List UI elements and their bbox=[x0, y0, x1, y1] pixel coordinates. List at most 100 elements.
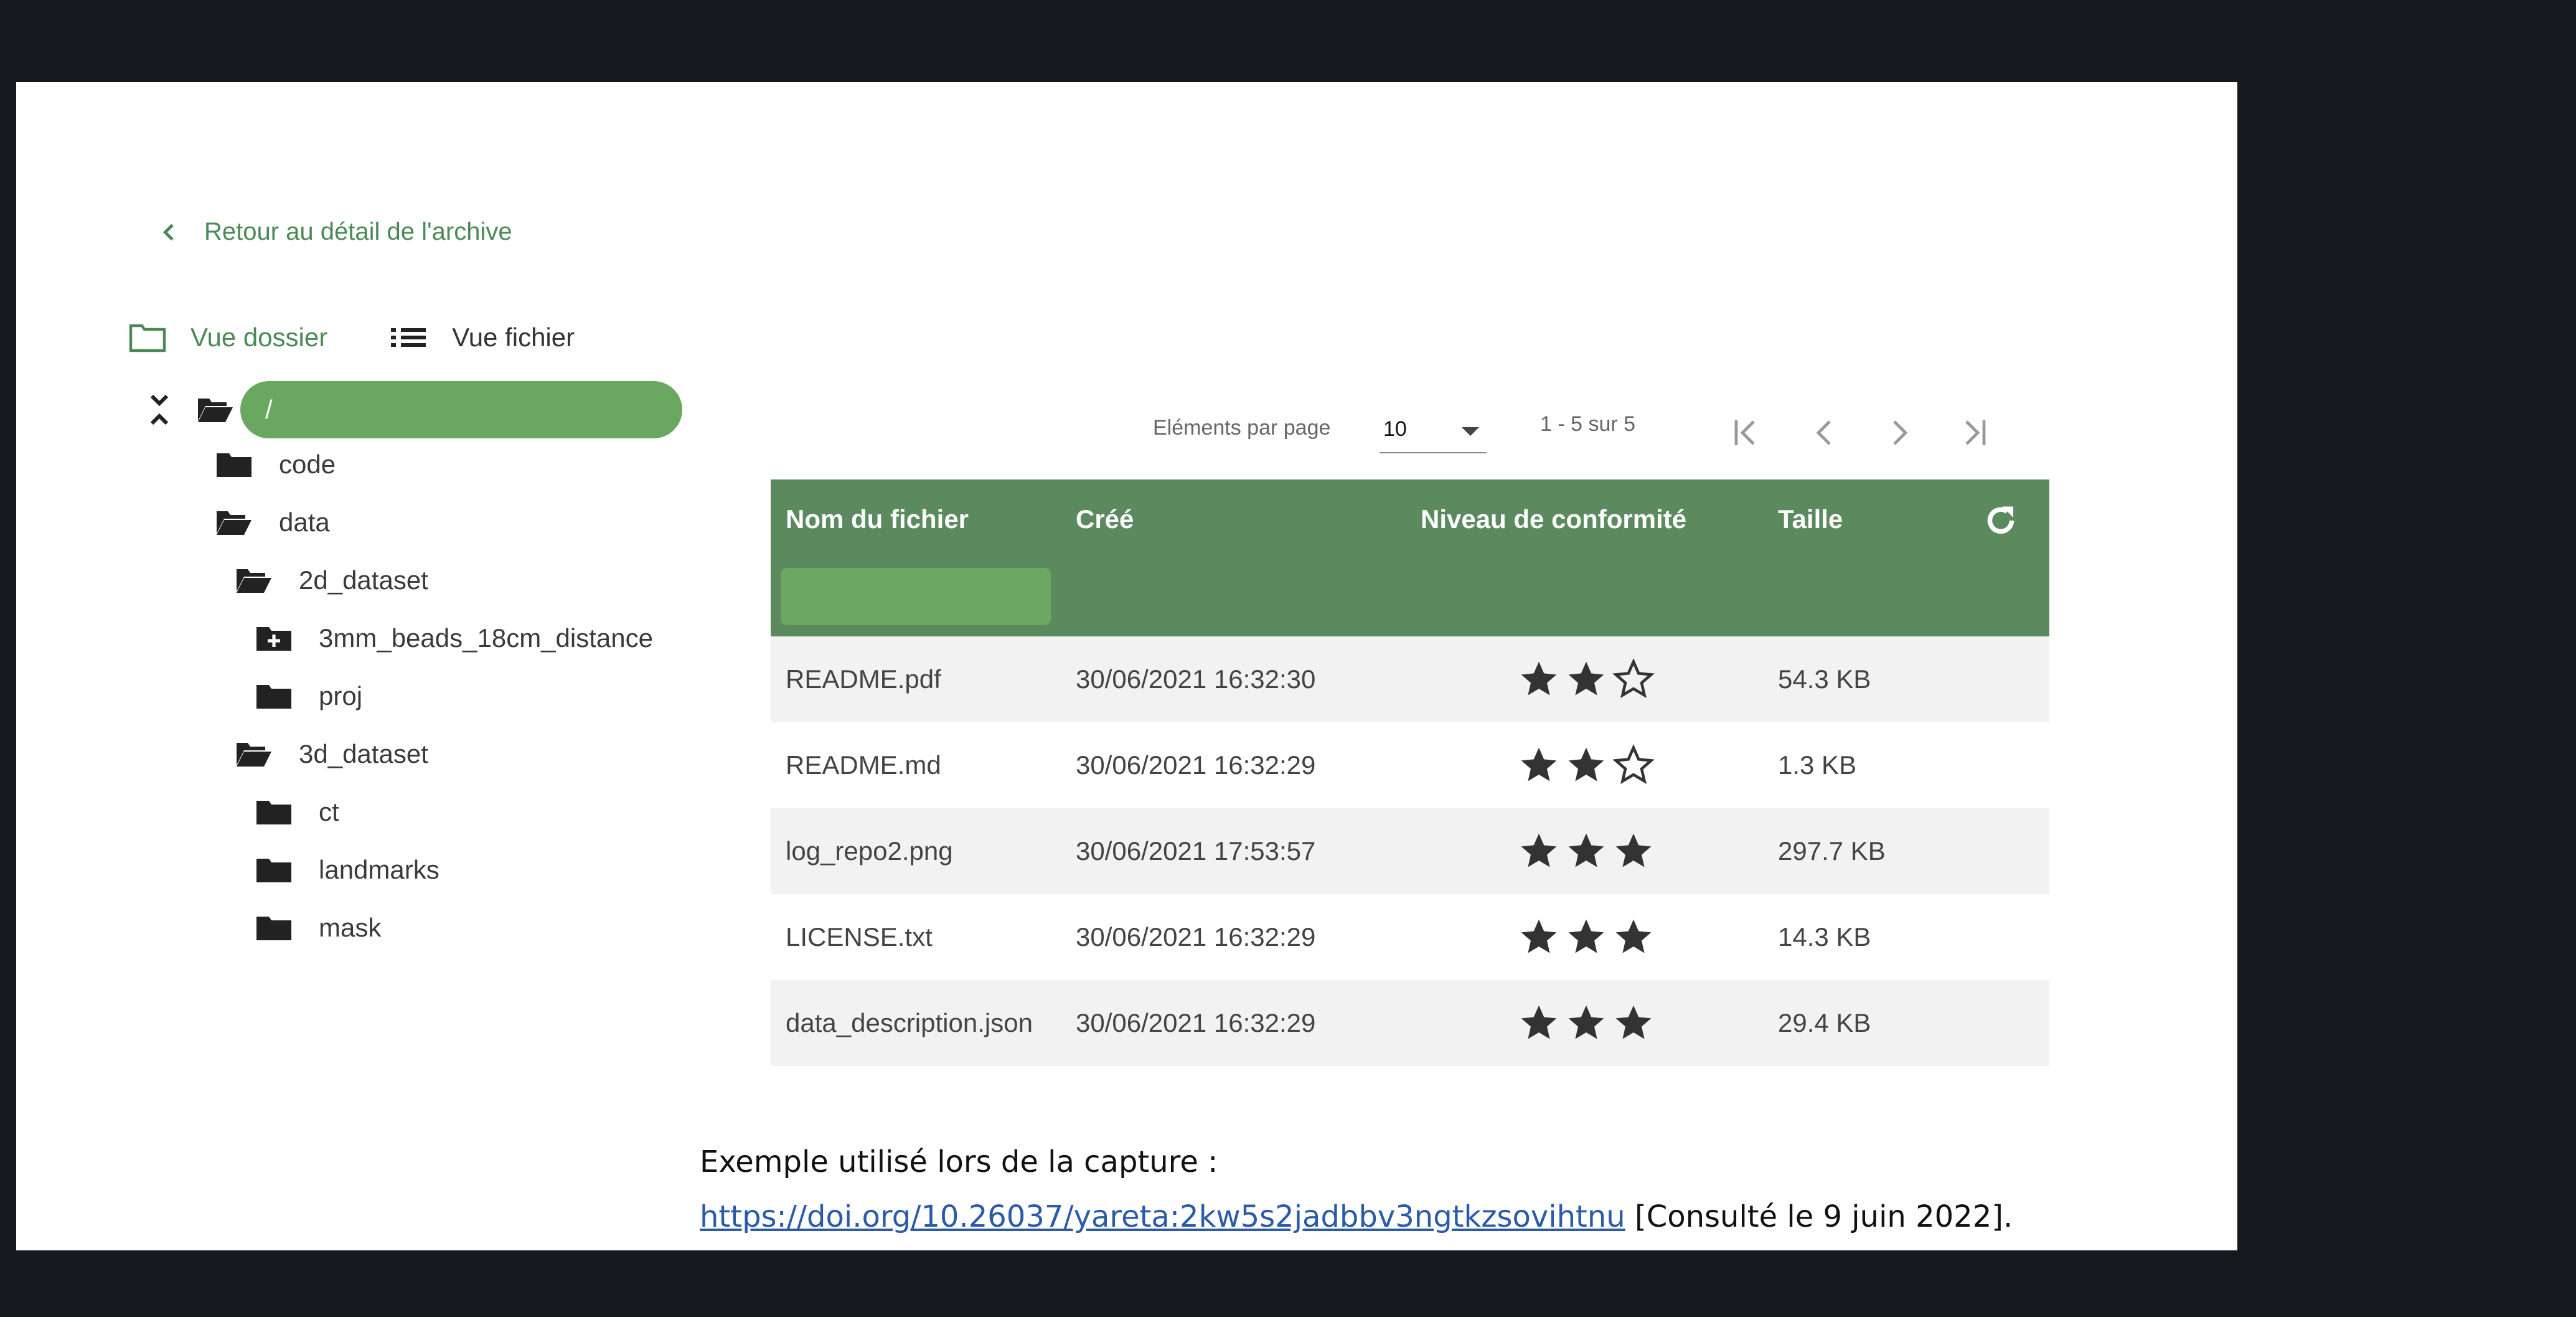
folder-closed-icon bbox=[256, 685, 291, 709]
tree-node-2d-dataset[interactable]: 2d_dataset bbox=[235, 565, 428, 595]
table-body: README.pdf 30/06/2021 16:32:30 54.3 KB READ… bbox=[771, 636, 2049, 1066]
size-cell: 1.3 KB bbox=[1778, 750, 1857, 780]
tree-node-label: data bbox=[279, 507, 330, 537]
star-outline-icon bbox=[1612, 658, 1655, 699]
last-page-button[interactable] bbox=[1952, 411, 1996, 455]
star-filled-icon bbox=[1521, 661, 1557, 696]
created-cell: 30/06/2021 16:32:30 bbox=[1076, 664, 1316, 694]
last-page-icon bbox=[1965, 420, 1986, 445]
page-range-label: 1 - 5 sur 5 bbox=[1540, 412, 1636, 436]
created-cell: 30/06/2021 16:32:29 bbox=[1076, 922, 1316, 951]
table-row[interactable]: LICENSE.txt 30/06/2021 16:32:29 14.3 KB bbox=[771, 894, 2049, 980]
next-page-button[interactable] bbox=[1878, 411, 1921, 455]
folder-open-icon bbox=[198, 399, 233, 422]
tree-node-proj[interactable]: proj bbox=[255, 681, 362, 711]
column-header-created[interactable]: Créé bbox=[1076, 504, 1134, 534]
chevron-right-icon bbox=[1893, 420, 1908, 445]
tree-root-node[interactable]: / bbox=[240, 381, 682, 438]
compliance-rating bbox=[1518, 894, 1660, 980]
size-cell: 297.7 KB bbox=[1778, 836, 1886, 866]
tree-node-label: 3mm_beads_18cm_distance bbox=[319, 623, 653, 653]
folder-open-icon bbox=[237, 569, 271, 593]
folder-open-icon bbox=[217, 511, 251, 535]
view-toggle: Vue dossier Vue fichier bbox=[128, 322, 575, 353]
column-header-size[interactable]: Taille bbox=[1778, 504, 1843, 534]
tree-node-ct[interactable]: ct bbox=[255, 797, 339, 827]
file-view-label: Vue fichier bbox=[452, 323, 575, 352]
star-filled-icon bbox=[1615, 833, 1652, 867]
folder-outline-icon bbox=[129, 324, 166, 352]
compliance-rating bbox=[1518, 808, 1660, 894]
folder-open-icon bbox=[237, 743, 271, 767]
tree-node-label: landmarks bbox=[319, 855, 440, 884]
caption-line: Exemple utilisé lors de la capture : bbox=[700, 1145, 1218, 1179]
tree-node-code[interactable]: code bbox=[215, 450, 336, 479]
compliance-rating bbox=[1518, 722, 1660, 808]
back-to-archive-link[interactable]: Retour au détail de l'archive bbox=[157, 218, 512, 246]
folder-closed-icon bbox=[256, 801, 291, 824]
table-header: Nom du fichier Créé Niveau de conformité… bbox=[771, 479, 2049, 636]
first-page-button[interactable] bbox=[1724, 411, 1768, 455]
star-filled-icon bbox=[1568, 1005, 1604, 1039]
caption: Exemple utilisé lors de la capture : htt… bbox=[700, 1135, 2013, 1244]
table-row[interactable]: README.md 30/06/2021 16:32:29 1.3 KB bbox=[771, 722, 2049, 808]
chevron-left-icon bbox=[162, 224, 174, 240]
size-cell: 29.4 KB bbox=[1778, 1008, 1871, 1037]
tree-root-label: / bbox=[265, 395, 273, 424]
tree-node-label: proj bbox=[319, 681, 363, 710]
file-name-cell: README.md bbox=[786, 750, 941, 780]
tree-node-label: mask bbox=[319, 913, 382, 942]
size-cell: 54.3 KB bbox=[1778, 664, 1871, 694]
size-cell: 14.3 KB bbox=[1778, 922, 1871, 951]
tree-node-label: 3d_dataset bbox=[299, 739, 428, 768]
folder-closed-icon bbox=[256, 859, 291, 882]
previous-page-button[interactable] bbox=[1803, 411, 1846, 455]
created-cell: 30/06/2021 16:32:29 bbox=[1076, 750, 1316, 780]
table-row[interactable]: README.pdf 30/06/2021 16:32:30 54.3 KB bbox=[771, 636, 2049, 722]
tree-node-mask[interactable]: mask bbox=[255, 913, 381, 943]
folder-closed-icon bbox=[256, 917, 291, 940]
star-outline-icon bbox=[1612, 744, 1655, 785]
items-per-page-value: 10 bbox=[1383, 417, 1407, 441]
file-table: Nom du fichier Créé Niveau de conformité… bbox=[771, 479, 2049, 1066]
doi-link[interactable]: https://doi.org/10.26037/yareta:2kw5s2ja… bbox=[700, 1199, 1625, 1234]
column-header-file-name[interactable]: Nom du fichier bbox=[786, 504, 969, 534]
folder-view-button[interactable]: Vue dossier bbox=[128, 322, 327, 353]
items-per-page-select[interactable]: 10 bbox=[1380, 406, 1487, 453]
collapse-all-icon[interactable] bbox=[147, 391, 172, 428]
refresh-icon[interactable] bbox=[1982, 502, 2019, 539]
star-filled-icon bbox=[1521, 747, 1557, 781]
star-filled-icon bbox=[1521, 833, 1557, 867]
file-name-cell: data_description.json bbox=[786, 1008, 1033, 1037]
table-row[interactable]: data_description.json 30/06/2021 16:32:29… bbox=[771, 980, 2049, 1066]
tree-node-data[interactable]: data bbox=[215, 507, 330, 537]
compliance-rating bbox=[1518, 980, 1660, 1066]
table-row[interactable]: log_repo2.png 30/06/2021 17:53:57 297.7 KB bbox=[771, 808, 2049, 894]
star-filled-icon bbox=[1521, 919, 1557, 953]
items-per-page-label: Eléments par page bbox=[1153, 416, 1331, 440]
column-header-compliance[interactable]: Niveau de conformité bbox=[1421, 504, 1686, 534]
tree-root: / bbox=[147, 381, 682, 438]
created-cell: 30/06/2021 16:32:29 bbox=[1076, 1008, 1316, 1037]
first-page-icon bbox=[1734, 420, 1755, 445]
star-filled-icon bbox=[1568, 747, 1604, 781]
file-name-filter-input[interactable] bbox=[781, 568, 1051, 625]
dropdown-arrow-icon bbox=[1462, 427, 1479, 436]
caption-reference: https://doi.org/10.26037/yareta:2kw5s2ja… bbox=[700, 1189, 2013, 1244]
consulted-date: [Consulté le 9 juin 2022]. bbox=[1625, 1199, 2013, 1234]
archive-file-browser: Retour au détail de l'archive Vue dossie… bbox=[16, 82, 2237, 1250]
compliance-rating bbox=[1518, 636, 1660, 722]
folder-plus-icon bbox=[256, 627, 291, 651]
file-name-cell: README.pdf bbox=[786, 664, 941, 694]
file-name-cell: log_repo2.png bbox=[786, 836, 953, 866]
file-view-button[interactable]: Vue fichier bbox=[390, 322, 575, 353]
tree-node-3mm-beads[interactable]: 3mm_beads_18cm_distance bbox=[255, 623, 653, 653]
star-filled-icon bbox=[1568, 833, 1604, 867]
created-cell: 30/06/2021 17:53:57 bbox=[1076, 836, 1316, 866]
star-filled-icon bbox=[1568, 919, 1604, 953]
chevron-left-icon bbox=[1816, 420, 1831, 445]
tree-node-3d-dataset[interactable]: 3d_dataset bbox=[235, 739, 428, 769]
tree-node-landmarks[interactable]: landmarks bbox=[255, 855, 440, 885]
tree-node-label: code bbox=[279, 450, 336, 479]
star-filled-icon bbox=[1521, 1005, 1557, 1039]
